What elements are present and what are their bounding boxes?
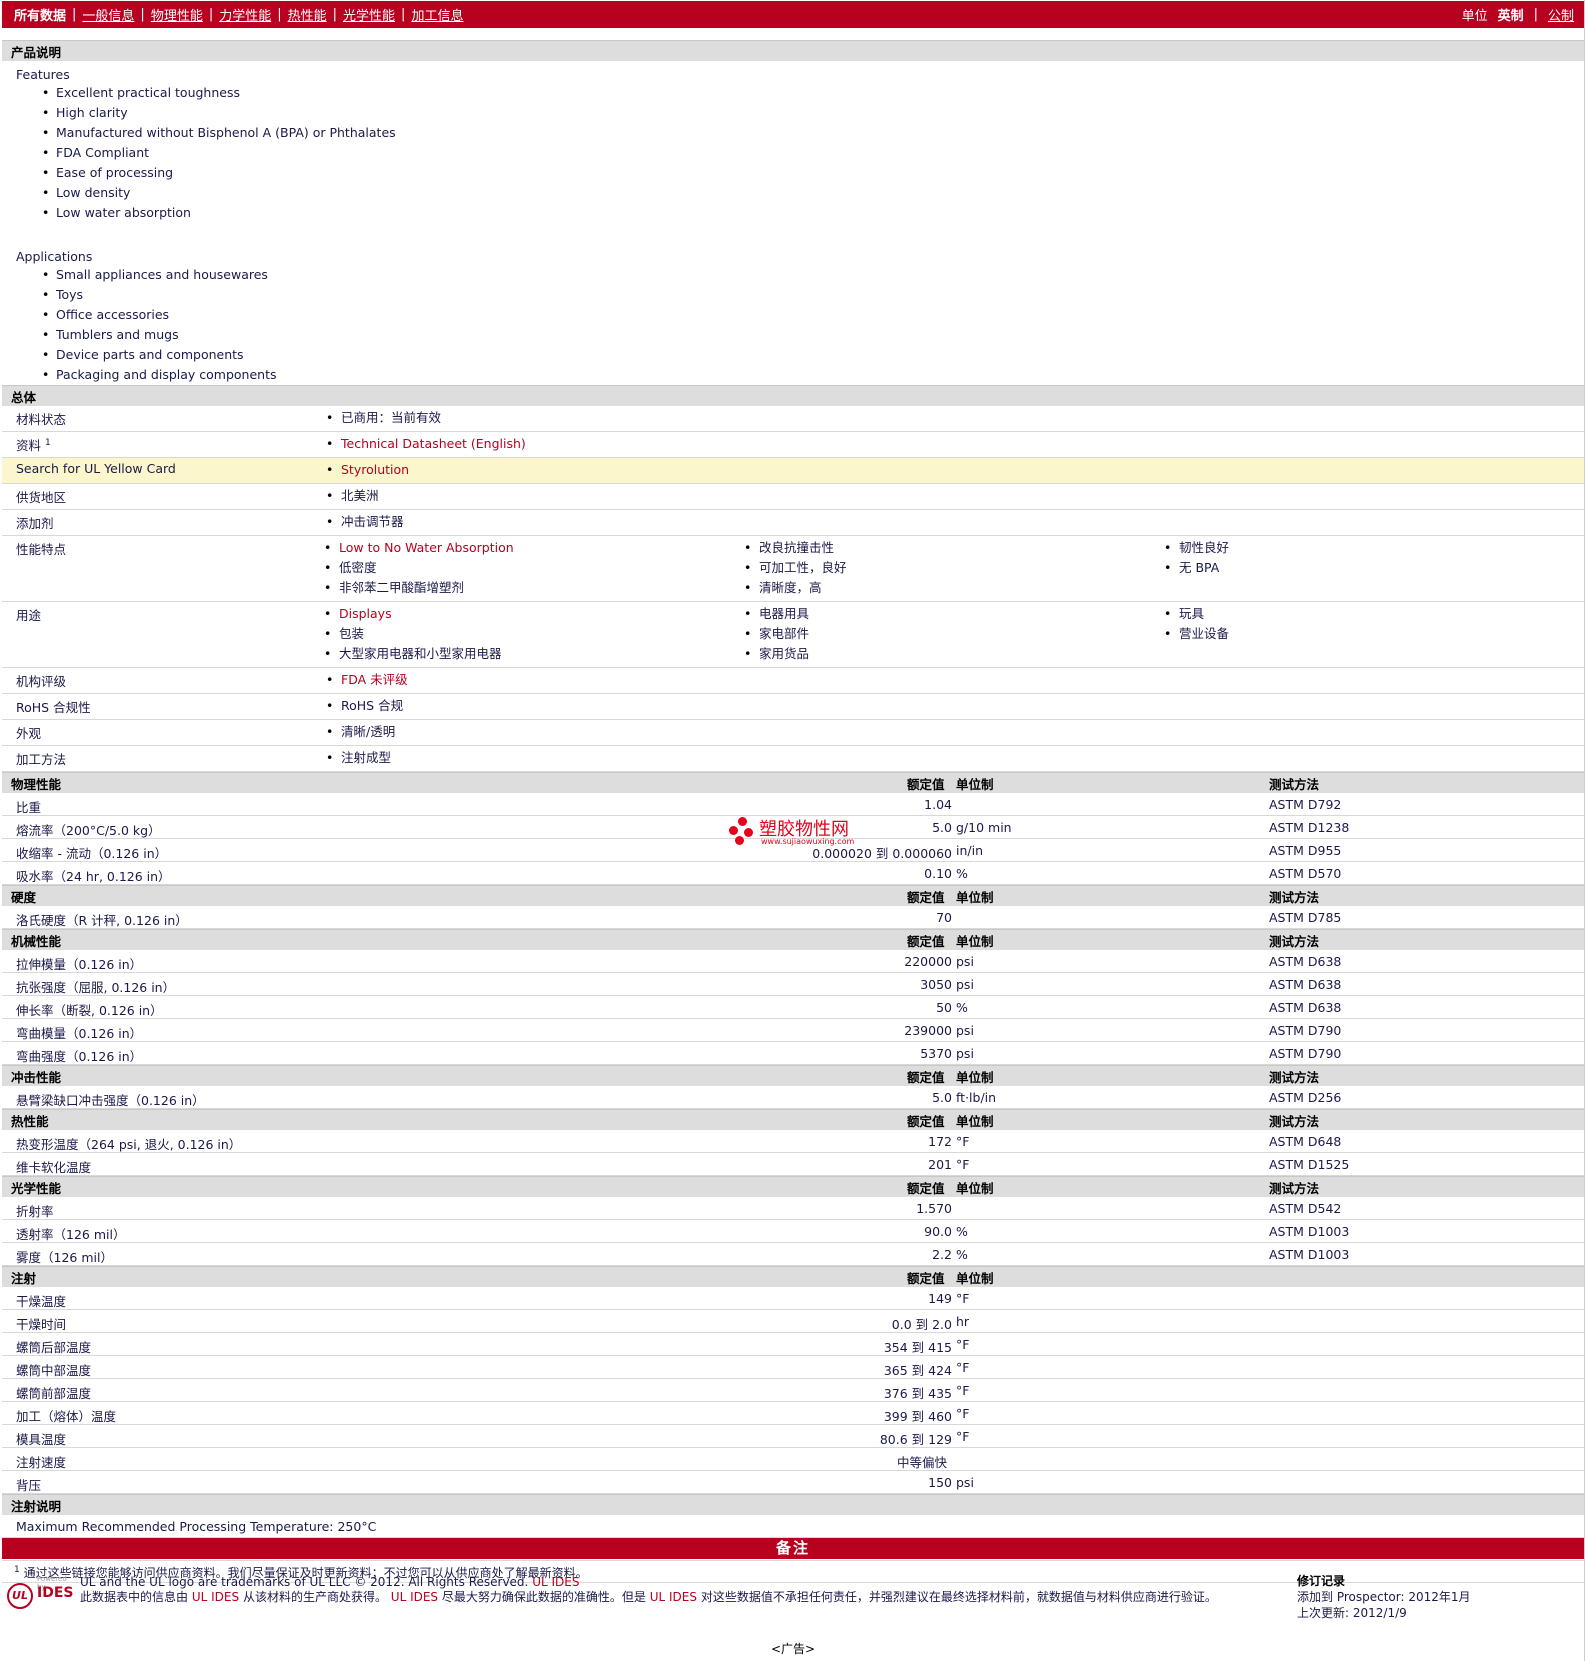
- features-list: Excellent practical toughness High clari…: [16, 83, 1570, 223]
- table-row: 弯曲模量（0.126 in） 239000 psi ASTM D790: [2, 1019, 1584, 1042]
- table-row: 折射率 1.570 ASTM D542: [2, 1197, 1584, 1220]
- prospector-link[interactable]: Prospector:: [1337, 1590, 1405, 1604]
- technical-datasheet-link[interactable]: Technical Datasheet (English): [341, 436, 526, 451]
- injection-note-text: Maximum Recommended Processing Temperatu…: [2, 1515, 1584, 1538]
- table-row: 螺筒后部温度 354 到 415 °F: [2, 1333, 1584, 1356]
- table-row: 吸水率（24 hr, 0.126 in） 0.10% ASTM D570: [2, 862, 1584, 885]
- table-row: 热变形温度（264 psi, 退火, 0.126 in） 172 °F ASTM D6…: [2, 1130, 1584, 1153]
- datasheet-content: 产品说明 Features Excellent practical toughn…: [2, 40, 1584, 1583]
- table-row: 背压 150 psi: [2, 1471, 1584, 1494]
- table-row: 干燥时间 0.0 到 2.0 hr: [2, 1310, 1584, 1333]
- unit-switcher: 单位 英制 | 公制: [1457, 5, 1574, 24]
- row-rohs: RoHS 合规性 RoHS 合规: [2, 694, 1584, 720]
- list-item: Low density: [42, 183, 1570, 203]
- units-label: 单位: [1461, 9, 1488, 24]
- injection-rows: 干燥温度 149 °F 干燥时间 0.0 到 2.0 hr 螺筒后部温度 354 到 415 °…: [2, 1287, 1584, 1448]
- section-header-optical: 光学性能 额定值 单位制 测试方法: [2, 1176, 1584, 1197]
- page-footer: UL Powered by IDES UL and the UL logo ar…: [2, 1560, 1584, 1630]
- table-row: 悬臂梁缺口冲击强度（0.126 in） 5.0 ft·lb/in ASTM D256: [2, 1086, 1584, 1109]
- table-row: 螺筒中部温度 365 到 424 °F: [2, 1356, 1584, 1379]
- list-item: Tumblers and mugs: [42, 325, 1570, 345]
- features-label: Features: [16, 67, 70, 82]
- table-row: 维卡软化温度 201 °F ASTM D1525: [2, 1153, 1584, 1176]
- list-item: Office accessories: [42, 305, 1570, 325]
- section-header-impact: 冲击性能 额定值 单位制 测试方法: [2, 1065, 1584, 1086]
- row-features: 性能特点 Low to No Water Absorption 低密度 非邻苯二…: [2, 536, 1584, 602]
- applications-label: Applications: [16, 249, 93, 264]
- section-header-injection: 注射 额定值 单位制: [2, 1266, 1584, 1287]
- list-item: Device parts and components: [42, 345, 1570, 365]
- watermark-logo: 塑胶物性网 www.sujiaowuxing.com: [729, 815, 859, 847]
- tab-thermal[interactable]: 热性能: [282, 5, 333, 24]
- applications-list: Small appliances and housewares Toys Off…: [16, 265, 1570, 385]
- unit-english-active: 英制: [1497, 9, 1524, 24]
- row-agency-rating: 机构评级 FDA 未评级: [2, 668, 1584, 694]
- section-header-physical: 物理性能 额定值 单位制 测试方法: [2, 772, 1584, 793]
- unit-metric-link[interactable]: 公制: [1543, 5, 1574, 24]
- row-processing-method: 加工方法 注射成型: [2, 746, 1584, 772]
- table-row: 雾度（126 mil） 2.2% ASTM D1003: [2, 1243, 1584, 1266]
- datasheet-page: 所有数据 | 一般信息 | 物理性能 | 力学性能 | 热性能 | 光学性能 |…: [0, 0, 1586, 1661]
- row-yellow-card: Search for UL Yellow Card Styrolution: [2, 458, 1584, 484]
- row-uses: 用途 Displays 包装 大型家用电器和小型家用电器 电器用具 家电部件 家…: [2, 602, 1584, 668]
- list-item: Low water absorption: [42, 203, 1570, 223]
- table-row: 比重 1.04 ASTM D792: [2, 793, 1584, 816]
- list-item: High clarity: [42, 103, 1570, 123]
- watermark-dots-icon: [729, 817, 755, 845]
- section-header-mechanical: 机械性能 额定值 单位制 测试方法: [2, 929, 1584, 950]
- top-navigation-bar: 所有数据 | 一般信息 | 物理性能 | 力学性能 | 热性能 | 光学性能 |…: [2, 1, 1584, 28]
- table-row: 注射速度 中等偏快: [2, 1448, 1584, 1471]
- row-supply-region: 供货地区 北美洲: [2, 484, 1584, 510]
- table-row: 弯曲强度（0.126 in） 5370 psi ASTM D790: [2, 1042, 1584, 1065]
- list-item: Toys: [42, 285, 1570, 305]
- table-row: 模具温度 80.6 到 129 °F: [2, 1425, 1584, 1448]
- remarks-header: 备注: [2, 1538, 1584, 1559]
- tab-optical[interactable]: 光学性能: [337, 5, 401, 24]
- revision-history: 修订记录 添加到 Prospector: 2012年1月 上次更新: 2012/…: [1297, 1574, 1471, 1620]
- product-description: Features Excellent practical toughness H…: [2, 61, 1584, 385]
- table-row: 拉伸模量（0.126 in） 220000 psi ASTM D638: [2, 950, 1584, 973]
- legal-text: UL and the UL logo are trademarks of UL …: [80, 1575, 1217, 1604]
- tab-general-info[interactable]: 一般信息: [76, 5, 140, 24]
- table-row: 干燥温度 149 °F: [2, 1287, 1584, 1310]
- list-item: FDA Compliant: [42, 143, 1570, 163]
- table-row: 透射率（126 mil） 90.0% ASTM D1003: [2, 1220, 1584, 1243]
- section-header-thermal: 热性能 额定值 单位制 测试方法: [2, 1109, 1584, 1130]
- row-appearance: 外观 清晰/透明: [2, 720, 1584, 746]
- list-item: Ease of processing: [42, 163, 1570, 183]
- row-additive: 添加剂 冲击调节器: [2, 510, 1584, 536]
- section-header-description: 产品说明: [2, 40, 1584, 61]
- tab-all-data[interactable]: 所有数据: [14, 5, 72, 24]
- list-item: Excellent practical toughness: [42, 83, 1570, 103]
- ul-ides-link[interactable]: UL IDES: [532, 1575, 579, 1589]
- ul-ides-logo: UL Powered by IDES: [7, 1575, 73, 1611]
- yellow-card-link[interactable]: Styrolution: [341, 462, 409, 477]
- section-header-injection-notes: 注射说明: [2, 1494, 1584, 1515]
- tab-mechanical[interactable]: 力学性能: [213, 5, 277, 24]
- table-row: 加工（熔体）温度 399 到 460 °F: [2, 1402, 1584, 1425]
- row-documents: 资料 1 Technical Datasheet (English): [2, 432, 1584, 458]
- table-row: 抗张强度（屈服, 0.126 in） 3050 psi ASTM D638: [2, 973, 1584, 996]
- table-row: 洛氏硬度（R 计秤, 0.126 in） 70 ASTM D785: [2, 906, 1584, 929]
- table-row: 螺筒前部温度 376 到 435 °F: [2, 1379, 1584, 1402]
- section-header-general: 总体: [2, 385, 1584, 406]
- row-material-status: 材料状态 已商用：当前有效: [2, 406, 1584, 432]
- tab-processing[interactable]: 加工信息: [405, 5, 469, 24]
- list-item: Small appliances and housewares: [42, 265, 1570, 285]
- table-row: 伸长率（断裂, 0.126 in） 50% ASTM D638: [2, 996, 1584, 1019]
- section-header-hardness: 硬度 额定值 单位制 测试方法: [2, 885, 1584, 906]
- list-item: Packaging and display components: [42, 365, 1570, 385]
- tab-physical[interactable]: 物理性能: [145, 5, 209, 24]
- section-tabs: 所有数据 | 一般信息 | 物理性能 | 力学性能 | 热性能 | 光学性能 |…: [14, 5, 469, 24]
- ad-label: <广告>: [770, 1642, 816, 1656]
- injection-rows-backpressure: 背压 150 psi: [2, 1471, 1584, 1494]
- list-item: Manufactured without Bisphenol A (BPA) o…: [42, 123, 1570, 143]
